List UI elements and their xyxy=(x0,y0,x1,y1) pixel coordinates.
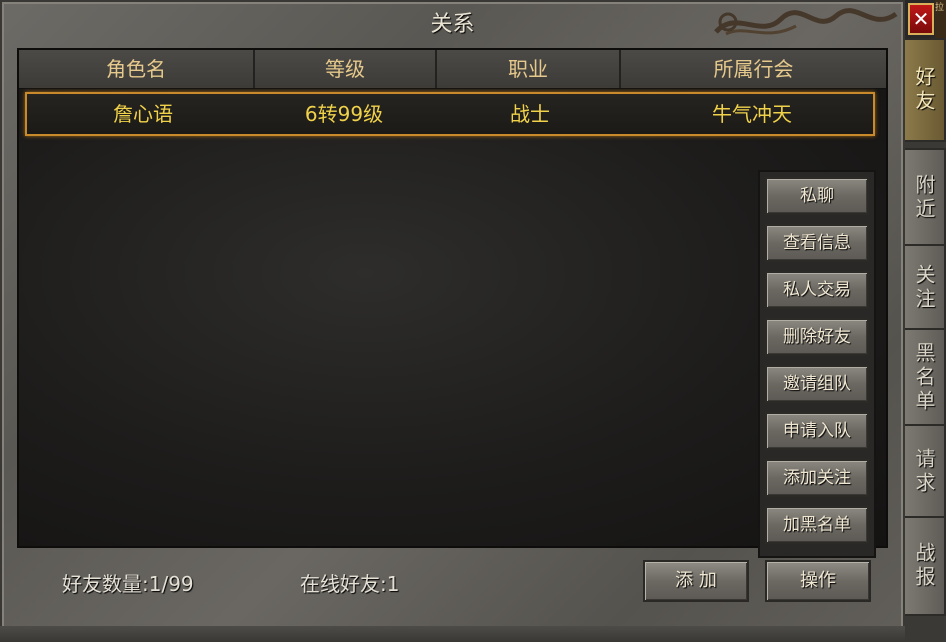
table-header: 角色名 等级 职业 所属行会 xyxy=(19,50,886,89)
operate-button[interactable]: 操作 xyxy=(765,560,871,602)
add-button[interactable]: 添 加 xyxy=(643,560,749,602)
add-blacklist-button[interactable]: 加黑名单 xyxy=(765,506,869,544)
column-header-class[interactable]: 职业 xyxy=(437,50,621,88)
bottom-border xyxy=(0,626,905,642)
view-info-button[interactable]: 查看信息 xyxy=(765,224,869,262)
window-title: 关系 xyxy=(430,12,475,37)
side-tabs: 好友 附近 关注 黑名单 请求 战报 xyxy=(905,38,946,642)
tab-battle-report[interactable]: 战报 xyxy=(905,516,946,616)
row-class: 战士 xyxy=(510,102,550,126)
table-row[interactable]: 詹心语 6转99级 战士 牛气冲天 xyxy=(25,92,875,136)
close-button[interactable]: ✕ xyxy=(908,3,934,35)
tab-blacklist[interactable]: 黑名单 xyxy=(905,328,946,428)
apply-team-button[interactable]: 申请入队 xyxy=(765,412,869,450)
online-count: 在线好友:1 xyxy=(300,572,400,596)
row-name: 詹心语 xyxy=(113,102,173,126)
private-trade-button[interactable]: 私人交易 xyxy=(765,271,869,309)
tab-follow[interactable]: 关注 xyxy=(905,244,946,332)
invite-team-button[interactable]: 邀请组队 xyxy=(765,365,869,403)
column-header-guild[interactable]: 所属行会 xyxy=(621,50,886,88)
private-chat-button[interactable]: 私聊 xyxy=(765,177,869,215)
tab-nearby[interactable]: 附近 xyxy=(905,148,946,248)
row-guild: 牛气冲天 xyxy=(712,102,792,126)
corner-label: 拉 xyxy=(935,0,946,38)
column-header-level[interactable]: 等级 xyxy=(255,50,437,88)
delete-friend-button[interactable]: 删除好友 xyxy=(765,318,869,356)
tab-friends[interactable]: 好友 xyxy=(905,38,946,142)
column-header-name[interactable]: 角色名 xyxy=(19,50,255,88)
tab-requests[interactable]: 请求 xyxy=(905,424,946,520)
row-level: 6转99级 xyxy=(304,102,384,126)
add-follow-button[interactable]: 添加关注 xyxy=(765,459,869,497)
friend-count: 好友数量:1/99 xyxy=(62,572,194,596)
